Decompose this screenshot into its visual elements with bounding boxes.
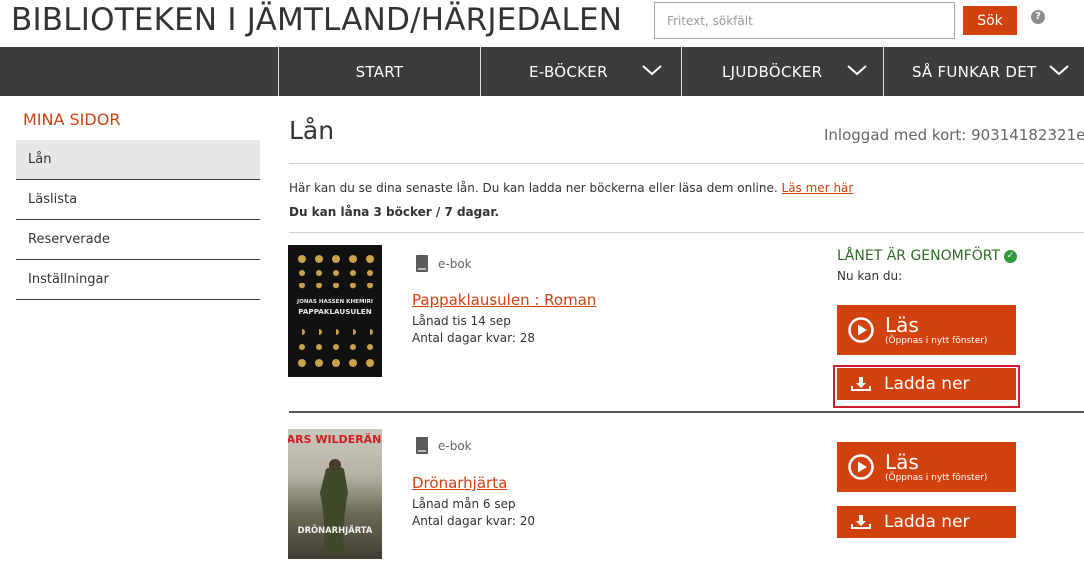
- download-icon: [851, 515, 871, 529]
- cover-author: JONAS HASSEN KHEMIRI: [296, 299, 373, 305]
- read-label: Läs: [885, 312, 919, 337]
- nav-start-label: START: [355, 62, 404, 81]
- login-info: Inloggad med kort: 90314182321e9: [824, 126, 1084, 144]
- sidebar-heading: MINA SIDOR: [23, 110, 121, 129]
- book-cover-dronarhjarta[interactable]: LARS WILDERÄNG DRÖNARHJÄRTA: [288, 429, 382, 559]
- sidebar-item-loans[interactable]: Lån: [16, 140, 260, 180]
- search-button[interactable]: Sök: [963, 6, 1017, 35]
- loan-borrowed-date: Lånad tis 14 sep: [412, 314, 511, 328]
- read-more-link[interactable]: Läs mer här: [782, 181, 854, 195]
- download-button[interactable]: Ladda ner: [837, 506, 1016, 538]
- download-label: Ladda ner: [884, 374, 970, 394]
- nav-audiobooks-label: LJUDBÖCKER: [722, 62, 823, 81]
- chevron-down-icon[interactable]: [641, 63, 663, 77]
- loan-status-sub: Nu kan du:: [837, 269, 903, 283]
- loan-days-left: Antal dagar kvar: 28: [412, 331, 535, 345]
- loan-borrowed-date: Lånad mån 6 sep: [412, 497, 516, 511]
- download-icon: [851, 377, 871, 391]
- intro-text: Här kan du se dina senaste lån. Du kan l…: [289, 181, 853, 195]
- divider: [289, 163, 1084, 164]
- loan-status: LÅNET ÄR GENOMFÖRT ✓: [837, 248, 1018, 264]
- download-button[interactable]: Ladda ner: [837, 368, 1016, 400]
- loan-details: Lånad mån 6 sep Antal dagar kvar: 20: [412, 496, 535, 530]
- read-button[interactable]: Läs (Öppnas i nytt fönster): [837, 305, 1016, 355]
- nav-ebooks[interactable]: E-BÖCKER: [480, 47, 681, 96]
- nav-start[interactable]: START: [278, 47, 480, 96]
- book-icon: [416, 437, 428, 454]
- nav-how-label: SÅ FUNKAR DET: [912, 62, 1037, 81]
- loan-days-left: Antal dagar kvar: 20: [412, 514, 535, 528]
- chevron-down-icon[interactable]: [846, 63, 868, 77]
- loan-title-link[interactable]: Drönarhjärta: [412, 474, 507, 492]
- nav-how-it-works[interactable]: SÅ FUNKAR DET: [883, 47, 1084, 96]
- read-sub-label: (Öppnas i nytt fönster): [885, 472, 988, 483]
- sidebar-item-reserved[interactable]: Reserverade: [16, 220, 260, 260]
- cover-art: JONAS HASSEN KHEMIRI PAPPAKLAUSULEN: [296, 255, 374, 367]
- question-circle-icon[interactable]: ?: [1031, 10, 1045, 24]
- divider: [289, 232, 1084, 233]
- loan-limit: Du kan låna 3 böcker / 7 dagar.: [289, 205, 500, 219]
- site-title[interactable]: BIBLIOTEKEN I JÄMTLAND/HÄRJEDALEN: [11, 2, 622, 38]
- cover-author: LARS WILDERÄNG: [288, 432, 382, 446]
- loan-divider: [289, 411, 1084, 413]
- read-button-text: Läs (Öppnas i nytt fönster): [885, 315, 987, 346]
- read-label: Läs: [885, 449, 919, 474]
- loan-type: e-bok: [416, 437, 472, 454]
- loan-type-label: e-bok: [438, 438, 472, 453]
- loan-status-text: LÅNET ÄR GENOMFÖRT: [837, 248, 1001, 264]
- sidebar-item-reading-list[interactable]: Läslista: [16, 180, 260, 220]
- check-circle-icon: ✓: [1004, 249, 1018, 263]
- cover-title: DRÖNARHJÄRTA: [298, 525, 373, 535]
- loan-details: Lånad tis 14 sep Antal dagar kvar: 28: [412, 313, 535, 347]
- book-cover-pappaklausulen[interactable]: JONAS HASSEN KHEMIRI PAPPAKLAUSULEN: [288, 245, 382, 377]
- nav-ebooks-label: E-BÖCKER: [529, 62, 608, 81]
- main-navigation: START E-BÖCKER LJUDBÖCKER SÅ FUNKAR DET: [0, 47, 1084, 96]
- nav-audiobooks[interactable]: LJUDBÖCKER: [681, 47, 883, 96]
- search-input[interactable]: [654, 2, 955, 39]
- play-circle-icon: [848, 454, 874, 480]
- cover-art: LARS WILDERÄNG DRÖNARHJÄRTA: [288, 432, 382, 553]
- cover-title: PAPPAKLAUSULEN: [298, 307, 371, 316]
- intro-description: Här kan du se dina senaste lån. Du kan l…: [289, 181, 778, 195]
- loan-title-link[interactable]: Pappaklausulen : Roman: [412, 291, 596, 309]
- loan-type-label: e-bok: [438, 256, 472, 271]
- sidebar-item-settings[interactable]: Inställningar: [16, 260, 260, 300]
- download-label: Ladda ner: [884, 512, 970, 532]
- play-circle-icon: [848, 317, 874, 343]
- chevron-down-icon[interactable]: [1048, 63, 1070, 77]
- read-button-text: Läs (Öppnas i nytt fönster): [885, 452, 987, 483]
- book-icon: [416, 255, 428, 272]
- loan-type: e-bok: [416, 255, 472, 272]
- page-title: Lån: [289, 116, 335, 145]
- read-sub-label: (Öppnas i nytt fönster): [885, 335, 988, 346]
- read-button[interactable]: Läs (Öppnas i nytt fönster): [837, 442, 1016, 492]
